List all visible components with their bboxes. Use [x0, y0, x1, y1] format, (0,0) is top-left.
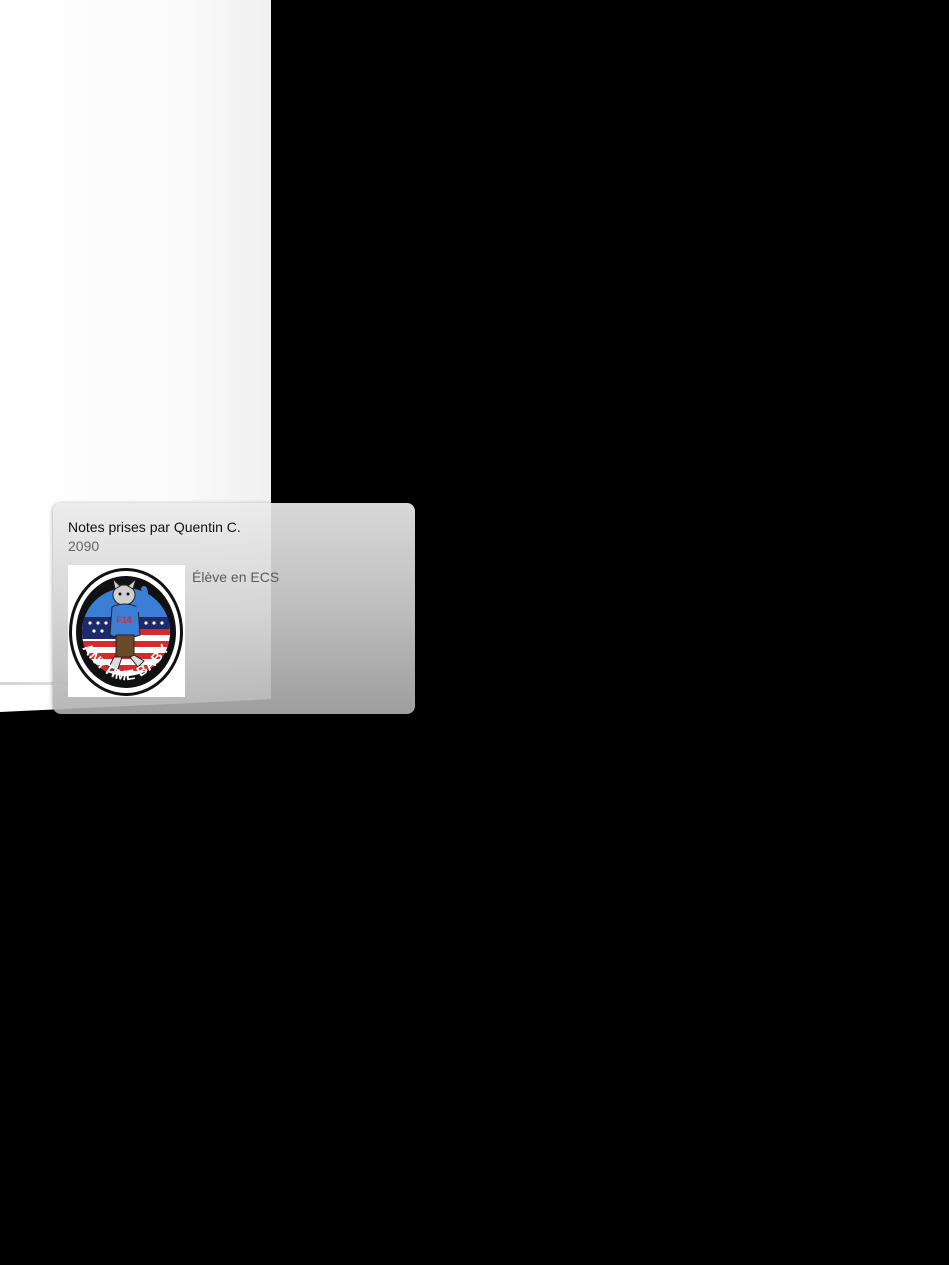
patch-badge-text: F14 [116, 615, 132, 625]
notes-info-card[interactable]: Notes prises par Quentin C. 2090 F14 ANY… [53, 503, 415, 714]
card-title: Notes prises par Quentin C. [68, 519, 241, 535]
card-subtitle: 2090 [68, 538, 100, 554]
anytime-baby-patch-icon: F14 ANYTIME BABY [69, 568, 183, 696]
card-description: Élève en ECS [192, 569, 280, 585]
screen: Notes prises par Quentin C. 2090 F14 ANY… [0, 0, 949, 1265]
author-avatar: F14 ANYTIME BABY [68, 565, 185, 697]
